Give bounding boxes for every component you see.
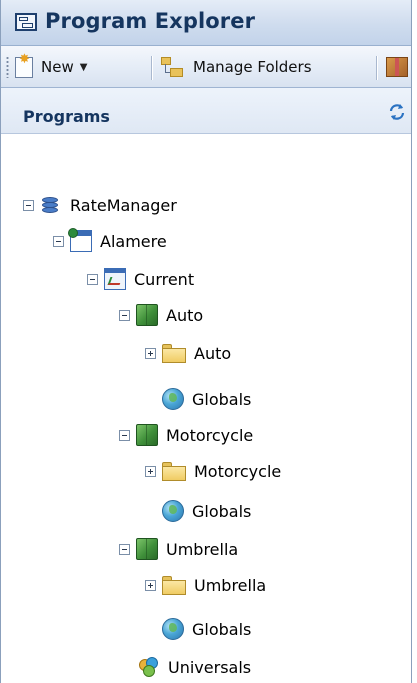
folder-icon — [162, 342, 186, 364]
universals-icon — [138, 656, 160, 678]
collapse-toggle[interactable] — [87, 273, 98, 285]
tree-node-label: Universals — [168, 657, 252, 677]
tree-node-label: Motorcycle — [166, 425, 254, 445]
tree-node-ratemanager[interactable]: RateManager — [23, 190, 177, 220]
tree-node-label: Globals — [192, 501, 252, 521]
new-button-label: New — [41, 58, 74, 76]
tree-node-umbrella-folder[interactable]: Umbrella — [145, 570, 266, 600]
collapse-toggle[interactable] — [23, 199, 34, 211]
toolbar: New ▼ Manage Folders — [1, 46, 411, 88]
manage-folders-label: Manage Folders — [193, 58, 312, 76]
collapse-toggle[interactable] — [53, 235, 64, 247]
database-icon — [40, 194, 62, 216]
tree-node-motorcycle[interactable]: Motorcycle — [119, 420, 253, 450]
folder-tree-icon — [161, 56, 187, 78]
new-button[interactable]: New ▼ — [15, 52, 87, 82]
tree-node-label: Umbrella — [194, 575, 267, 595]
tree-node-universals[interactable]: Universals — [121, 652, 251, 682]
expand-toggle[interactable] — [145, 347, 156, 359]
globe-icon — [162, 618, 184, 640]
cube-icon — [136, 304, 158, 326]
tree-node-label: Auto — [166, 305, 204, 325]
toolbar-grip[interactable] — [6, 56, 9, 78]
tree-node-alamere[interactable]: Alamere — [53, 226, 167, 256]
window-title: Program Explorer — [45, 9, 256, 33]
tree-node-label: Current — [134, 269, 195, 289]
chevron-down-icon[interactable]: ▼ — [80, 62, 88, 73]
refresh-icon[interactable] — [387, 102, 407, 122]
tree-node-umbrella[interactable]: Umbrella — [119, 534, 238, 564]
tree-node-globals[interactable]: Globals — [145, 614, 251, 644]
tree-node-globals[interactable]: Globals — [145, 496, 251, 526]
collapse-toggle[interactable] — [119, 429, 130, 441]
folder-icon — [162, 574, 186, 596]
tree-node-label: Umbrella — [166, 539, 239, 559]
tree-node-label: Motorcycle — [194, 461, 282, 481]
tree-node-label: Globals — [192, 619, 252, 639]
title-bar: Program Explorer — [1, 0, 411, 46]
expand-toggle[interactable] — [145, 465, 156, 477]
version-icon — [104, 268, 126, 290]
collapse-toggle[interactable] — [119, 309, 130, 321]
programs-section-header: Programs — [1, 88, 411, 134]
tree-node-auto-folder[interactable]: Auto — [145, 338, 231, 368]
toolbar-separator — [376, 56, 377, 80]
application-icon — [68, 228, 92, 252]
cube-icon — [136, 538, 158, 560]
toolbar-separator — [151, 56, 152, 80]
expand-toggle[interactable] — [145, 579, 156, 591]
window-icon — [15, 13, 37, 31]
collapse-toggle[interactable] — [119, 543, 130, 555]
tree-node-globals[interactable]: Globals — [145, 384, 251, 414]
tree-node-label: Alamere — [100, 231, 167, 251]
tree-node-label: Auto — [194, 343, 232, 363]
globe-icon — [162, 388, 184, 410]
package-icon[interactable] — [386, 57, 408, 77]
tree-node-motorcycle-folder[interactable]: Motorcycle — [145, 456, 281, 486]
globe-icon — [162, 500, 184, 522]
program-explorer-panel: Program Explorer New ▼ Manage Folders Pr… — [0, 0, 412, 683]
new-document-icon — [15, 52, 33, 78]
cube-icon — [136, 424, 158, 446]
section-title: Programs — [23, 107, 110, 126]
manage-folders-button[interactable]: Manage Folders — [161, 52, 312, 82]
tree-node-auto[interactable]: Auto — [119, 300, 203, 330]
tree-node-label: Globals — [192, 389, 252, 409]
folder-icon — [162, 460, 186, 482]
tree-node-current[interactable]: Current — [87, 264, 194, 294]
tree-node-label: RateManager — [70, 195, 177, 215]
